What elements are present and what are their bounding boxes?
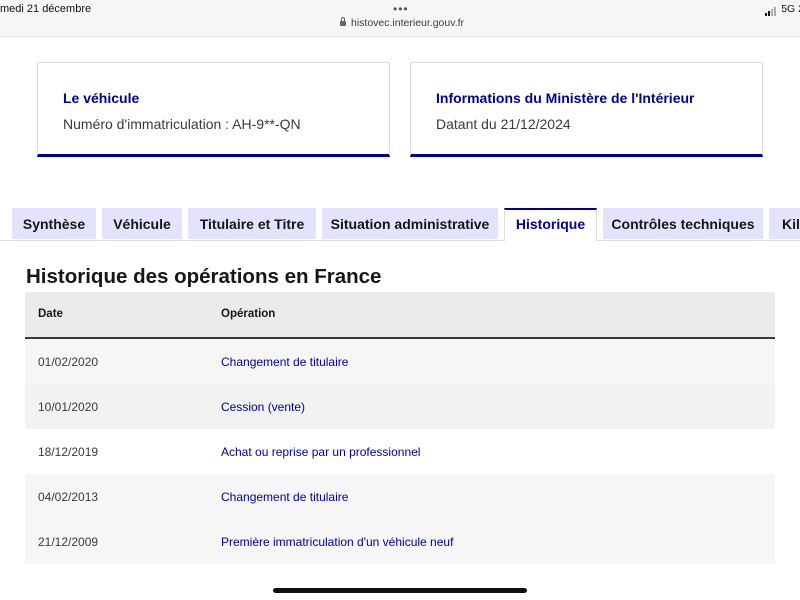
data-date: Datant du 21/12/2024	[436, 116, 571, 132]
table-header: Date Opération	[25, 292, 775, 339]
row-operation[interactable]: Changement de titulaire	[221, 355, 348, 369]
signal-icon	[765, 4, 777, 16]
status-indicators: 5G 2	[765, 3, 800, 16]
browser-status-bar: medi 21 décembre ••• histovec.interieur.…	[0, 0, 800, 37]
row-date: 01/02/2020	[38, 355, 99, 369]
column-header-date: Date	[38, 308, 63, 320]
tab-synthese[interactable]: Synthèse	[12, 208, 96, 239]
registration-number: Numéro d'immatriculation : AH-9**-QN	[63, 116, 301, 132]
table-row: 18/12/2019 Achat ou reprise par un profe…	[25, 429, 775, 474]
table-row: 21/12/2009 Première immatriculation d'un…	[25, 519, 775, 564]
row-operation[interactable]: Cession (vente)	[221, 400, 305, 414]
tab-kilometrage[interactable]: Kilo	[769, 208, 800, 239]
lock-icon	[340, 17, 346, 26]
history-title: Historique des opérations en France	[26, 265, 382, 288]
tab-controles-techniques[interactable]: Contrôles techniques	[603, 208, 763, 239]
tab-bar: Synthèse Véhicule Titulaire et Titre Sit…	[0, 208, 800, 241]
row-date: 10/01/2020	[38, 400, 99, 414]
row-operation[interactable]: Achat ou reprise par un professionnel	[221, 445, 420, 459]
history-table: Date Opération 01/02/2020 Changement de …	[25, 292, 775, 564]
column-header-operation: Opération	[221, 308, 276, 320]
row-operation[interactable]: Première immatriculation d'un véhicule n…	[221, 535, 453, 549]
ministry-card: Informations du Ministère de l'Intérieur…	[410, 62, 763, 157]
more-dots-icon[interactable]: •••	[393, 2, 409, 16]
status-date: medi 21 décembre	[0, 3, 92, 15]
ministry-card-title: Informations du Ministère de l'Intérieur	[436, 90, 695, 106]
tab-titulaire-titre[interactable]: Titulaire et Titre	[188, 208, 316, 239]
home-indicator[interactable]	[273, 588, 527, 593]
network-label: 5G	[781, 3, 796, 15]
row-date: 18/12/2019	[38, 445, 99, 459]
vehicle-card-title: Le véhicule	[63, 90, 140, 106]
tab-historique[interactable]: Historique	[504, 208, 597, 241]
address-bar[interactable]: histovec.interieur.gouv.fr	[340, 17, 464, 29]
tab-situation-administrative[interactable]: Situation administrative	[322, 208, 498, 239]
table-row: 04/02/2013 Changement de titulaire	[25, 474, 775, 519]
table-row: 10/01/2020 Cession (vente)	[25, 384, 775, 429]
tab-vehicule[interactable]: Véhicule	[102, 208, 182, 239]
table-row: 01/02/2020 Changement de titulaire	[25, 339, 775, 384]
row-operation[interactable]: Changement de titulaire	[221, 490, 348, 504]
row-date: 04/02/2013	[38, 490, 99, 504]
row-date: 21/12/2009	[38, 535, 99, 549]
vehicle-card: Le véhicule Numéro d'immatriculation : A…	[37, 62, 390, 157]
url-text: histovec.interieur.gouv.fr	[351, 17, 465, 29]
